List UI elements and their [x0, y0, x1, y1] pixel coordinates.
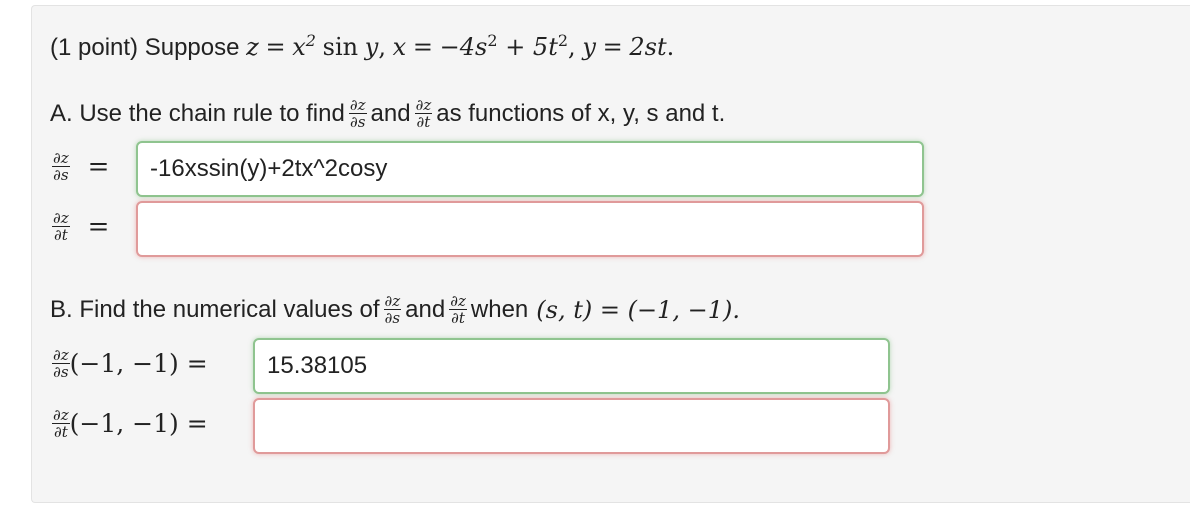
- dz-dt-eval-fraction: ∂z ∂t: [52, 406, 70, 441]
- eval-args: (−1, −1) =: [69, 349, 208, 378]
- eq-sign-2: =: [412, 33, 433, 61]
- problem-statement: (1 point) Suppose z = x2 sin y, x = −4s2…: [50, 31, 674, 62]
- part-a-heading: A. Use the chain rule to find ∂z ∂s and ∂…: [50, 97, 725, 130]
- part-a-label: A. Use the chain rule to find: [50, 99, 345, 127]
- equals-sign: =: [87, 211, 110, 242]
- suppose-text: Suppose: [144, 34, 240, 61]
- dz-ds-eval-value: 15.38105: [267, 352, 368, 379]
- dz-ds-eval-label: ∂z ∂s (−1, −1) =: [52, 347, 208, 380]
- x-squared: x2: [292, 31, 316, 61]
- dz-dt-row-label: ∂z ∂t =: [52, 210, 109, 243]
- equals-sign: =: [87, 151, 110, 182]
- eval-args: (−1, −1) =: [69, 409, 208, 438]
- points-label: (1 point): [50, 34, 139, 61]
- dz-dt-eval-label: ∂z ∂t (−1, −1) =: [52, 407, 208, 440]
- dz-ds-fraction: ∂z ∂s: [348, 96, 367, 131]
- and-text: and: [405, 295, 446, 323]
- dz-ds-row-fraction: ∂z ∂s: [52, 149, 70, 184]
- dz-dt-answer-field[interactable]: [136, 201, 924, 257]
- part-a-tail: as functions of x, y, s and t.: [436, 99, 726, 127]
- var-x: x: [392, 33, 407, 61]
- dz-ds-eval-fraction: ∂z ∂s: [52, 346, 70, 381]
- dz-ds-fraction: ∂z ∂s: [383, 292, 402, 327]
- y-definition: 2st.: [629, 33, 675, 61]
- dz-dt-row-fraction: ∂z ∂t: [52, 209, 70, 244]
- eq-sign-3: =: [602, 33, 623, 61]
- point-expression: (s, t) = (−1, −1).: [536, 295, 740, 324]
- eq-sign: =: [265, 33, 286, 61]
- dz-dt-eval-answer-field[interactable]: [253, 398, 890, 454]
- dz-ds-answer-value: -16xssin(y)+2tx^2cosy: [150, 155, 388, 182]
- var-y: y,: [364, 33, 386, 61]
- var-z: z: [246, 33, 259, 61]
- dz-dt-fraction: ∂z ∂t: [414, 96, 433, 131]
- var-y-2: y: [582, 33, 596, 61]
- part-b-heading: B. Find the numerical values of ∂z ∂s and…: [50, 293, 740, 326]
- sin-func: sin: [322, 33, 359, 61]
- dz-ds-answer-field[interactable]: -16xssin(y)+2tx^2cosy: [136, 141, 924, 197]
- part-b-label: B. Find the numerical values of: [50, 295, 380, 323]
- when-text: when: [470, 295, 529, 323]
- dz-ds-eval-answer-field[interactable]: 15.38105: [253, 338, 890, 394]
- dz-ds-row-label: ∂z ∂s =: [52, 150, 109, 183]
- x-definition: −4s2 + 5t2,: [439, 31, 576, 61]
- and-text: and: [370, 99, 411, 127]
- dz-dt-fraction: ∂z ∂t: [449, 292, 467, 327]
